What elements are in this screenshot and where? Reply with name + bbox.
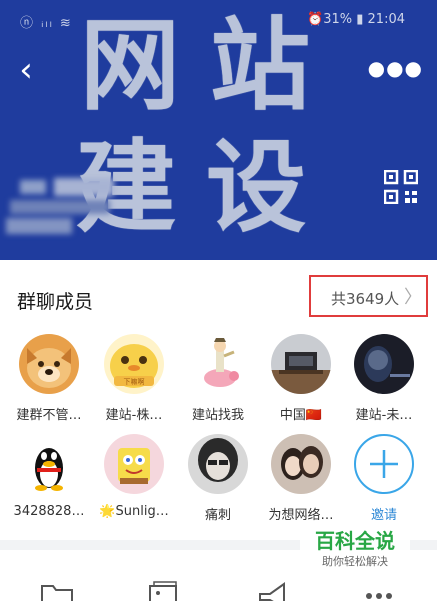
svg-text:下嘛啊: 下嘛啊 <box>124 377 145 386</box>
avatar <box>271 434 331 494</box>
watermark-logo: 百科全说 助你轻松解决 <box>300 528 410 574</box>
avatar <box>19 434 79 494</box>
plus-icon <box>370 450 398 478</box>
qr-code-icon <box>383 169 419 205</box>
member-item[interactable]: 建站-未… <box>343 334 425 423</box>
avatar: 下嘛啊 <box>104 334 164 394</box>
members-count-link[interactable]: 共3649人 <box>331 288 399 309</box>
member-name: 建群不管… <box>16 408 82 423</box>
member-item[interactable]: 痛刺 <box>177 434 259 523</box>
megaphone-icon <box>259 582 285 601</box>
member-item[interactable]: 中国🇨🇳 <box>260 334 342 423</box>
member-name: 建站找我 <box>191 408 244 423</box>
back-button[interactable]: ‹ <box>10 52 42 88</box>
chevron-right-icon[interactable]: 〉 <box>404 283 422 309</box>
member-name: 🌟Sunlig… <box>99 504 169 519</box>
album-button[interactable] <box>146 580 180 601</box>
more-button[interactable]: ●●● <box>368 56 423 80</box>
folder-button[interactable] <box>40 580 74 601</box>
avatar <box>271 334 331 394</box>
folder-icon <box>41 585 73 601</box>
invite-avatar <box>354 434 414 494</box>
announcement-button[interactable] <box>256 580 290 601</box>
more-dots-icon: ●●● <box>367 56 423 80</box>
watermark-title: 百科全说 <box>315 529 395 553</box>
member-name: 3428828… <box>13 504 85 519</box>
status-time-battery: ⏰31% ▮ 21:04 <box>307 12 405 27</box>
avatar <box>188 434 248 494</box>
group-banner: 网站 建设 ⓝ ᵢₗₗ ≋ ⏰31% ▮ 21:04 ‹ ●●● <box>0 0 437 260</box>
status-bar: ⓝ ᵢₗₗ ≋ ⏰31% ▮ 21:04 <box>0 0 437 38</box>
more-dots-icon <box>366 593 392 599</box>
more-tools-button[interactable] <box>362 580 396 601</box>
member-name: 为想网络… <box>268 508 334 523</box>
avatar <box>104 434 164 494</box>
member-name: 痛刺 <box>204 508 231 523</box>
image-icon <box>149 581 177 601</box>
avatar <box>188 334 248 394</box>
member-item[interactable]: 3428828… <box>8 434 90 519</box>
invite-button[interactable]: 邀请 <box>343 434 425 523</box>
qr-code-button[interactable] <box>383 169 419 205</box>
group-name-blurred <box>6 176 118 238</box>
member-item[interactable]: 下嘛啊 建站-株… <box>93 334 175 423</box>
member-item[interactable]: 建群不管… <box>8 334 90 423</box>
watermark-subtitle: 助你轻松解决 <box>322 555 388 568</box>
invite-label: 邀请 <box>370 508 397 523</box>
status-signal: ⓝ ᵢₗₗ ≋ <box>20 16 73 31</box>
member-item[interactable]: 🌟Sunlig… <box>93 434 175 519</box>
chevron-left-icon: ‹ <box>19 50 33 90</box>
avatar <box>19 334 79 394</box>
member-name: 建站-未… <box>355 408 413 423</box>
member-name: 建站-株… <box>105 408 163 423</box>
members-title: 群聊成员 <box>17 291 94 313</box>
avatar <box>354 334 414 394</box>
member-item[interactable]: 建站找我 <box>177 334 259 423</box>
member-name: 中国🇨🇳 <box>279 408 323 423</box>
member-item[interactable]: 为想网络… <box>260 434 342 523</box>
